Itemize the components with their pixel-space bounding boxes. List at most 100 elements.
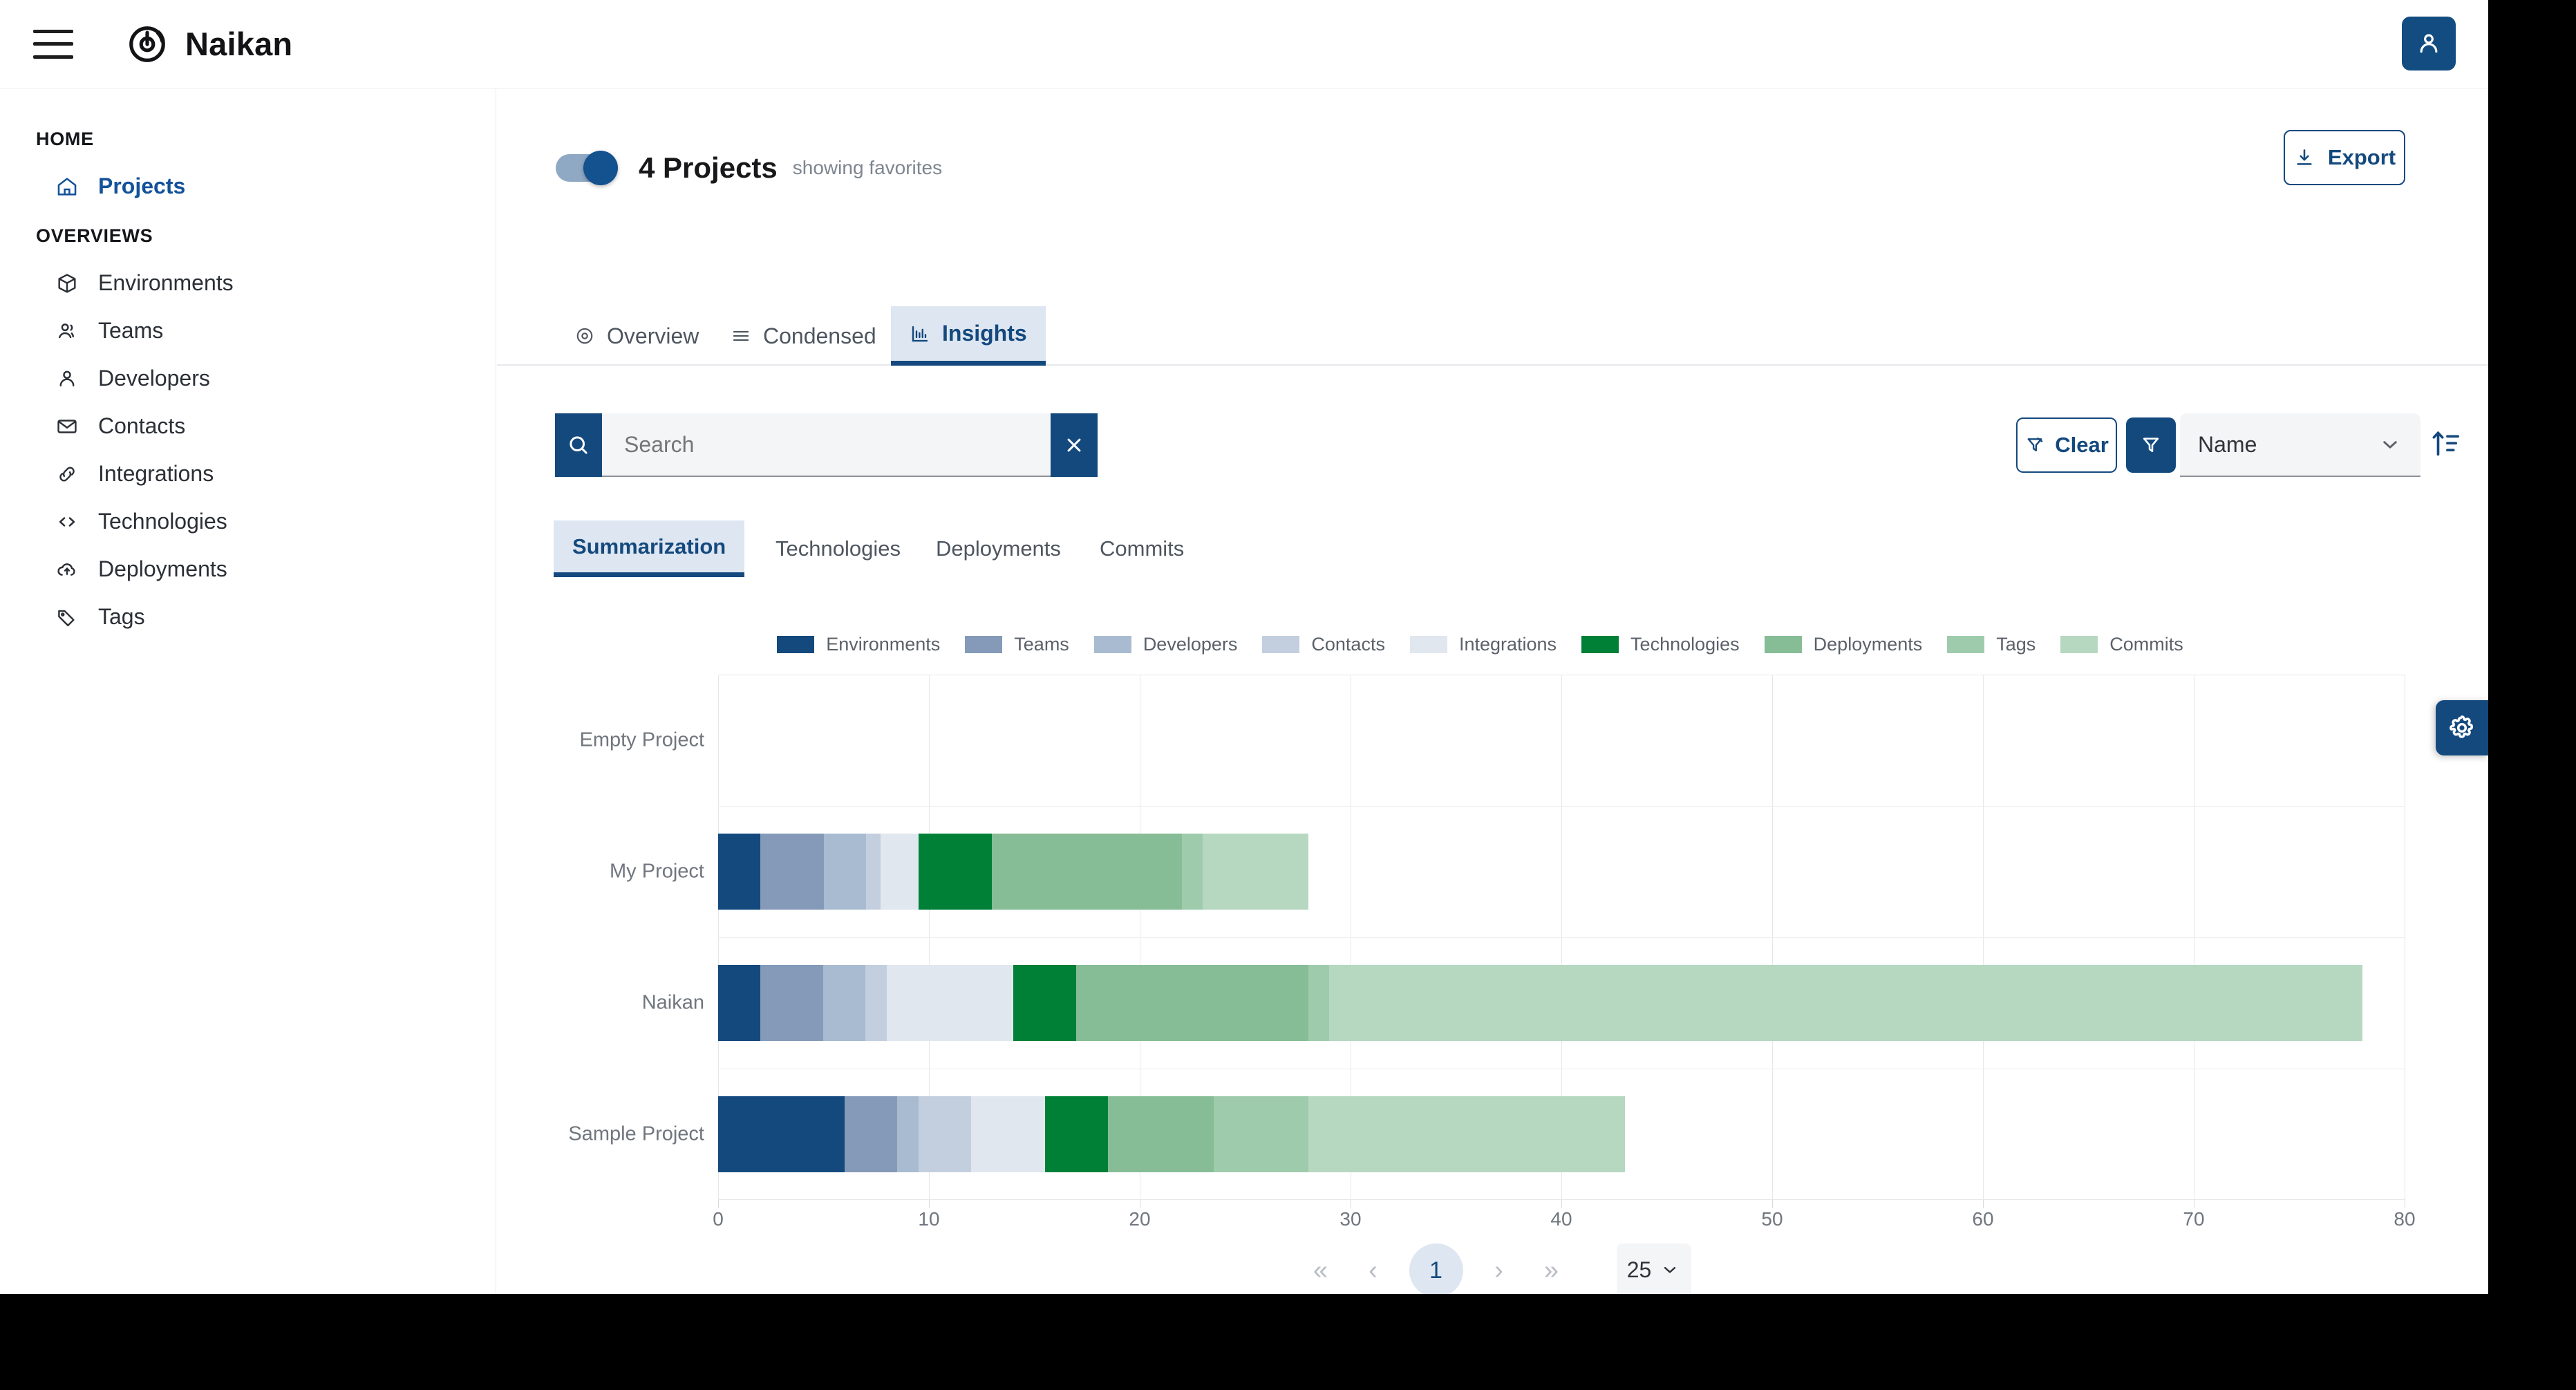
sidebar-item-environments[interactable]: Environments [0,259,496,307]
x-axis-tick-label: 80 [2394,1208,2416,1230]
chart-bar-segment[interactable] [880,834,919,910]
legend-item[interactable]: Integrations [1409,633,1581,655]
chart-plot-area: 0 10 20 30 40 50 60 70 80 Empty Project My Project… [568,675,2416,1230]
page-subtitle: showing favorites [792,157,943,178]
chart-bar-segment[interactable] [1044,1096,1109,1172]
subtab-technologies[interactable]: Technologies [757,520,919,577]
settings-button[interactable] [2436,700,2488,755]
chart-bar-segment[interactable] [971,1096,1045,1172]
subtab-deployments[interactable]: Deployments [917,520,1080,577]
export-label: Export [2327,145,2396,169]
chart-bar-segment[interactable] [1181,834,1203,910]
chart-bar-segment[interactable] [718,834,760,910]
chart-bar-segment[interactable] [865,834,881,910]
sidebar: HOME Projects OVERVIEWS Environments Tea… [0,88,496,1294]
legend-item[interactable]: Deployments [1764,634,1948,655]
tab-condensed[interactable]: Condensed [712,306,895,366]
sidebar-item-tags[interactable]: Tags [0,593,496,641]
sidebar-item-deployments[interactable]: Deployments [0,545,496,593]
x-axis-tick-label: 50 [1761,1208,1783,1230]
chart-bar-segment[interactable] [823,834,866,910]
chart-bar-segment[interactable] [718,965,760,1041]
chart-bar-segment[interactable] [1329,965,2362,1041]
search-input[interactable] [602,413,1051,477]
legend-item[interactable]: Commits [2060,634,2208,655]
subtab-label: Commits [1100,536,1185,561]
legend-item[interactable]: Environments [777,634,965,655]
x-tick-mark [1561,1200,1562,1208]
page-size-value: 25 [1626,1257,1652,1282]
close-icon[interactable] [1051,413,1098,477]
page-1-button[interactable]: 1 [1409,1243,1463,1294]
chart-bar-segment[interactable] [1203,834,1308,910]
subtab-commits[interactable]: Commits [1081,520,1203,577]
sort-ascending-icon [2432,431,2460,456]
subtab-label: Deployments [936,536,1061,561]
last-page-button[interactable]: » [1525,1244,1578,1294]
legend-item[interactable]: Teams [965,634,1094,655]
chart-bar-segment[interactable] [760,965,824,1041]
tab-insights[interactable]: Insights [891,306,1046,366]
legend-swatch [1262,635,1300,653]
legend-item[interactable]: Contacts [1262,634,1410,655]
users-icon [54,318,80,344]
sidebar-item-integrations[interactable]: Integrations [0,450,496,498]
tab-overview[interactable]: Overview [556,306,717,366]
page-size-select[interactable]: 25 [1616,1243,1691,1294]
sidebar-item-developers[interactable]: Developers [0,355,496,402]
chevron-down-icon [2383,441,2397,449]
chart-bar-segment[interactable] [718,1096,845,1172]
search-box [555,413,1098,477]
legend-item[interactable]: Tags [1947,634,2060,655]
top-bar: Naikan [0,0,2488,88]
sort-direction-button[interactable] [2430,426,2462,462]
sidebar-item-label: Environments [98,270,234,295]
chart-bar-segment[interactable] [1108,1096,1214,1172]
sidebar-item-label: Contacts [98,413,186,438]
chart-bar-segment[interactable] [992,834,1182,910]
clear-button[interactable]: Clear [2016,417,2117,473]
chart-bar-segment[interactable] [823,965,866,1041]
prev-page-button[interactable]: ‹ [1347,1244,1400,1294]
sort-select[interactable]: Name [2180,413,2420,477]
subtab-summarization[interactable]: Summarization [554,520,745,577]
chart-bar[interactable] [718,1096,1625,1172]
chart-bar-segment[interactable] [845,1096,898,1172]
download-icon [2297,149,2312,165]
chart-bar-segment[interactable] [918,834,993,910]
sidebar-item-projects[interactable]: Projects [0,162,496,210]
chart-bar-segment[interactable] [1013,965,1077,1041]
eye-icon [576,328,593,344]
subtab-label: Technologies [775,536,901,561]
insights-chart: Environments Teams Developers Contacts Integ… [497,628,2488,1250]
chart-bar-segment[interactable] [886,965,1013,1041]
sidebar-item-contacts[interactable]: Contacts [0,402,496,450]
mail-icon [54,413,80,440]
legend-item[interactable]: Technologies [1581,634,1765,655]
chart-bar-segment[interactable] [1308,965,1330,1041]
sidebar-item-teams[interactable]: Teams [0,307,496,355]
filter-button[interactable] [2126,417,2176,473]
chart-bar-segment[interactable] [865,965,887,1041]
chart-bar-segment[interactable] [1213,1096,1308,1172]
chart-bar[interactable] [718,965,2362,1041]
avatar[interactable] [2402,17,2456,71]
x-tick-mark [1772,1200,1773,1208]
hamburger-icon[interactable] [33,29,73,59]
chart-bar[interactable] [718,834,1308,910]
sidebar-item-technologies[interactable]: Technologies [0,498,496,545]
legend-item[interactable]: Developers [1093,634,1263,655]
search-icon[interactable] [555,413,602,477]
chart-bar-segment[interactable] [760,834,824,910]
export-button[interactable]: Export [2284,130,2405,185]
next-page-button[interactable]: › [1473,1244,1525,1294]
list-icon [733,330,749,341]
favorites-toggle[interactable] [556,151,618,185]
chart-bar-segment[interactable] [897,1096,919,1172]
chart-bar-segment[interactable] [918,1096,971,1172]
chart-bar-segment[interactable] [1076,965,1308,1041]
legend-label: Integrations [1458,633,1557,655]
x-axis-tick-label: 60 [1972,1208,1994,1230]
chart-bar-segment[interactable] [1308,1096,1625,1172]
first-page-button[interactable]: « [1295,1244,1347,1294]
